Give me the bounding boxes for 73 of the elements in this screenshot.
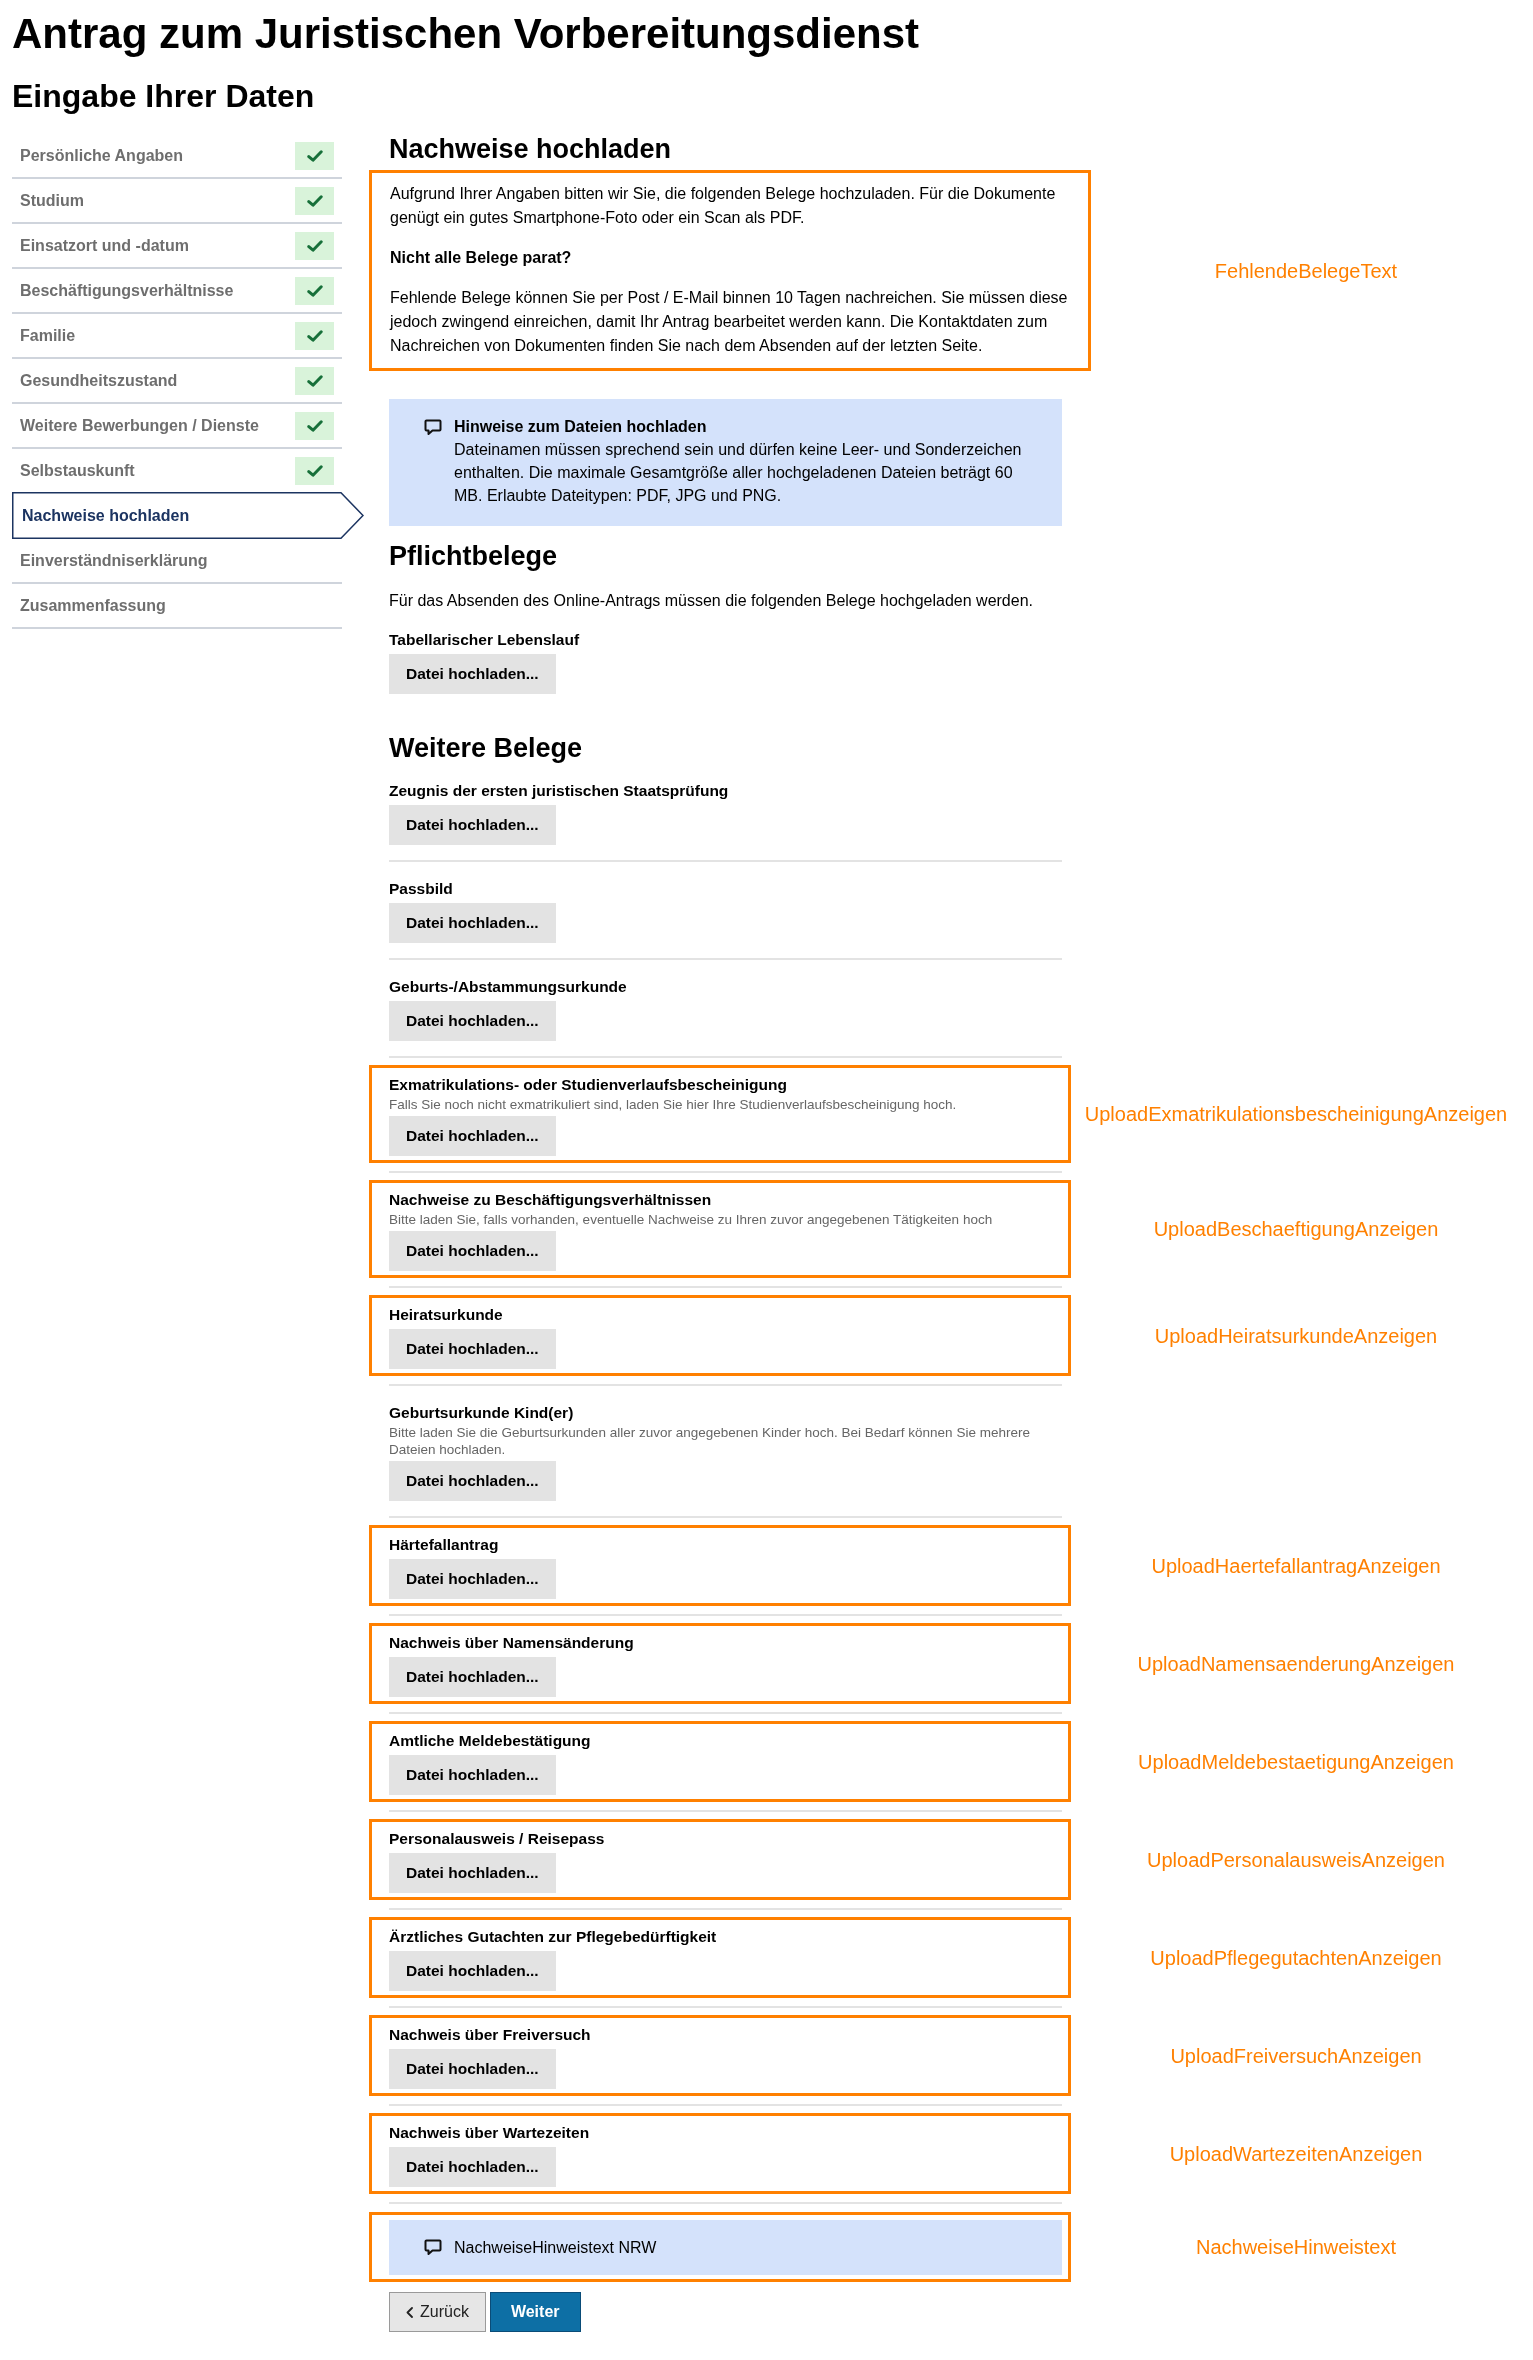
upload-button[interactable]: Datei hochladen... bbox=[389, 2147, 556, 2187]
annotation-label: NachweiseHinweistext bbox=[1195, 2235, 1397, 2259]
document-label: Geburts-/Abstammungsurkunde bbox=[389, 977, 627, 997]
intro-text: Aufgrund Ihrer Angaben bitten wir Sie, die folgenden Belege hochzuladen. Für die Dokumente genügt ein gutes Smartphone-Foto oder ein Scan als PDF. bbox=[390, 184, 1057, 228]
section-heading: Pflichtbelege bbox=[389, 540, 558, 572]
document-label: Nachweis über Wartezeiten bbox=[389, 2123, 590, 2143]
annotation-label: UploadPflegegutachtenAnzeigen bbox=[1150, 1945, 1442, 1970]
annotation-label: UploadExmatrikulationsbescheinigungAnzeigen bbox=[1084, 1102, 1508, 1126]
document-hint: Falls Sie noch nicht exmatrikuliert sind, laden Sie hier Ihre Studienverlaufsbescheinigung hoch. bbox=[389, 1096, 957, 1113]
document-label: Nachweis über Freiversuch bbox=[389, 2025, 591, 2045]
comment-icon bbox=[424, 2239, 442, 2256]
intro-text: Fehlende Belege können Sie per Post / E-Mail binnen 10 Tagen nachreichen. Sie müssen diese jedoch zwingend einreichen, damit Ihr Antrag bearbeitet werden kann. Die Kontaktdaten zum Nachreichen von Dokumenten finden Sie nach dem Absenden auf der letzten Seite. bbox=[390, 288, 1068, 356]
info-text: Dateinamen müssen sprechend sein und dürfen keine Leer- und Sonderzeichen enthalten. Die maximale Gesamtgröße aller hochgeladenen Dateien beträgt 60 MB. Erlaubte Dateitypen: PDF, JPG und PNG. bbox=[454, 440, 1022, 506]
upload-button[interactable]: Datei hochladen... bbox=[389, 2049, 556, 2089]
sidebar-item[interactable]: Studium bbox=[12, 179, 342, 222]
annotation-label: UploadWartezeitenAnzeigen bbox=[1169, 2141, 1423, 2166]
upload-button[interactable]: Datei hochladen... bbox=[389, 1559, 556, 1599]
upload-button[interactable]: Datei hochladen... bbox=[389, 1461, 556, 1501]
sidebar-item[interactable]: Selbstauskunft bbox=[12, 449, 342, 492]
upload-button[interactable]: Datei hochladen... bbox=[389, 1329, 556, 1369]
annotation-label: UploadHaertefallantragAnzeigen bbox=[1151, 1553, 1441, 1578]
upload-button[interactable]: Datei hochladen... bbox=[389, 1231, 556, 1271]
annotation-label: UploadNamensaenderungAnzeigen bbox=[1137, 1651, 1455, 1676]
document-label: Nachweise zu Beschäftigungsverhältnissen bbox=[389, 1190, 712, 1210]
sidebar-item[interactable]: Weitere Bewerbungen / Dienste bbox=[12, 404, 342, 447]
document-label: Härtefallantrag bbox=[389, 1535, 499, 1555]
section-heading: Nachweise hochladen bbox=[389, 134, 672, 164]
annotation-label: UploadMeldebestaetigungAnzeigen bbox=[1138, 1749, 1454, 1774]
document-label: Personalausweis / Reisepass bbox=[389, 1829, 605, 1849]
upload-button[interactable]: Datei hochladen... bbox=[389, 1951, 556, 1991]
document-hint: Bitte laden Sie die Geburtsurkunden aller zuvor angegebenen Kinder hoch. Bei Bedarf können Sie mehrere Dateien hochladen. bbox=[389, 1424, 1031, 1458]
chevron-left-icon bbox=[406, 2306, 413, 2318]
document-label: Zeugnis der ersten juristischen Staatsprüfung bbox=[389, 781, 729, 801]
next-button[interactable]: Weiter bbox=[489, 2292, 581, 2332]
info-text: NachweiseHinweistext NRW bbox=[454, 2237, 657, 2258]
sidebar-item[interactable]: Familie bbox=[12, 314, 342, 357]
upload-button[interactable]: Datei hochladen... bbox=[389, 1001, 556, 1041]
upload-button[interactable]: Datei hochladen... bbox=[389, 903, 556, 943]
upload-button[interactable]: Datei hochladen... bbox=[389, 1116, 556, 1156]
document-label: Tabellarischer Lebenslauf bbox=[389, 630, 580, 650]
page-subtitle: Eingabe Ihrer Daten bbox=[12, 78, 315, 114]
annotation-label: UploadFreiversuchAnzeigen bbox=[1170, 2043, 1422, 2068]
upload-button[interactable]: Datei hochladen... bbox=[389, 1755, 556, 1795]
annotation-label: UploadBeschaeftigungAnzeigen bbox=[1153, 1217, 1439, 1241]
sidebar-item[interactable]: Einverständniserklärung bbox=[12, 539, 342, 582]
document-label: Amtliche Meldebestätigung bbox=[389, 1731, 591, 1751]
intro-subheading: Nicht alle Belege parat? bbox=[390, 248, 572, 268]
upload-button[interactable]: Datei hochladen... bbox=[389, 805, 556, 845]
document-label: Geburtsurkunde Kind(er) bbox=[389, 1403, 574, 1423]
upload-button[interactable]: Datei hochladen... bbox=[389, 1853, 556, 1893]
document-label: Nachweis über Namensänderung bbox=[389, 1633, 634, 1653]
document-label: Heiratsurkunde bbox=[389, 1305, 503, 1325]
info-title: Hinweise zum Dateien hochladen bbox=[454, 417, 707, 437]
document-label: Passbild bbox=[389, 879, 453, 899]
sidebar-item[interactable]: Einsatzort und -datum bbox=[12, 224, 342, 267]
sidebar-item[interactable]: Persönliche Angaben bbox=[12, 134, 342, 177]
annotation-label: FehlendeBelegeText bbox=[1214, 258, 1398, 283]
annotation-label: UploadHeiratsurkundeAnzeigen bbox=[1154, 1323, 1438, 1348]
annotation-label: UploadPersonalausweisAnzeigen bbox=[1147, 1847, 1445, 1872]
section-text: Für das Absenden des Online-Antrags müssen die folgenden Belege hochgeladen werden. bbox=[389, 591, 1033, 611]
upload-button[interactable]: Datei hochladen... bbox=[389, 1657, 556, 1697]
document-label: Ärztliches Gutachten zur Pflegebedürftigkeit bbox=[389, 1927, 717, 1947]
page-title: Antrag zum Juristischen Vorbereitungsdienst bbox=[12, 10, 920, 58]
sidebar-item[interactable]: Nachweise hochladen bbox=[12, 492, 364, 539]
section-heading: Weitere Belege bbox=[389, 732, 583, 764]
document-hint: Bitte laden Sie, falls vorhanden, eventuelle Nachweise zu Ihren zuvor angegebenen Tätigkeiten hoch bbox=[389, 1211, 993, 1228]
sidebar-item[interactable]: Beschäftigungsverhältnisse bbox=[12, 269, 342, 312]
sidebar-item[interactable]: Gesundheitszustand bbox=[12, 359, 342, 402]
sidebar-item[interactable]: Zusammenfassung bbox=[12, 584, 342, 627]
back-button[interactable]: Zurück bbox=[389, 2292, 486, 2332]
document-label: Exmatrikulations- oder Studienverlaufsbescheinigung bbox=[389, 1075, 787, 1095]
upload-button[interactable]: Datei hochladen... bbox=[389, 654, 556, 694]
comment-icon bbox=[424, 419, 442, 436]
